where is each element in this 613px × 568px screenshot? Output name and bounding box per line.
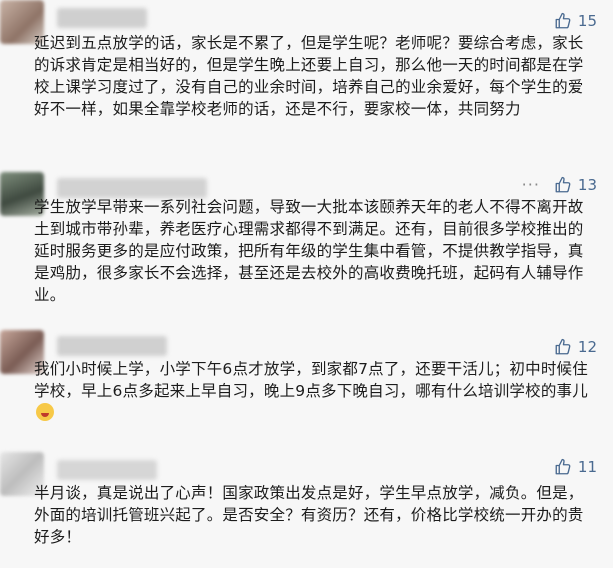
commenter-name[interactable] bbox=[57, 8, 147, 28]
like-button[interactable]: 13 bbox=[554, 176, 597, 194]
comment-text-body: 我们小时候上学，小学下午6点才放学，到家都7点了，还要干活儿；初中时候住学校，早… bbox=[34, 360, 588, 400]
comment-text: 我们小时候上学，小学下午6点才放学，到家都7点了，还要干活儿；初中时候住学校，早… bbox=[34, 358, 599, 424]
commenter-name[interactable] bbox=[57, 178, 207, 198]
commenter-name[interactable] bbox=[57, 336, 167, 356]
thumbs-up-icon bbox=[555, 176, 571, 193]
like-button[interactable]: 11 bbox=[554, 458, 597, 476]
comment-text: 半月谈，真是说出了心声！国家政策出发点是好，学生早点放学，减负。但是，外面的培训… bbox=[34, 484, 584, 546]
more-dots-icon[interactable]: ··· bbox=[522, 177, 540, 193]
crying-laughing-emoji-icon bbox=[36, 403, 54, 421]
like-count: 15 bbox=[577, 12, 597, 30]
comment-text: 学生放学早带来一系列社会问题，导致一大批本该颐养天年的老人不得不离开故土到城市带… bbox=[34, 198, 584, 304]
like-count: 13 bbox=[577, 176, 597, 194]
thumbs-up-icon bbox=[555, 338, 571, 355]
like-count: 12 bbox=[577, 338, 597, 356]
thumbs-up-icon bbox=[555, 458, 571, 475]
commenter-name[interactable] bbox=[57, 460, 157, 480]
thumbs-up-icon bbox=[555, 12, 571, 29]
like-button[interactable]: 15 bbox=[554, 12, 597, 30]
like-count: 11 bbox=[577, 458, 597, 476]
like-button[interactable]: 12 bbox=[554, 338, 597, 356]
comment-text: 延迟到五点放学的话，家长是不累了，但是学生呢？老师呢？要综合考虑，家长的诉求肯定… bbox=[34, 34, 584, 118]
